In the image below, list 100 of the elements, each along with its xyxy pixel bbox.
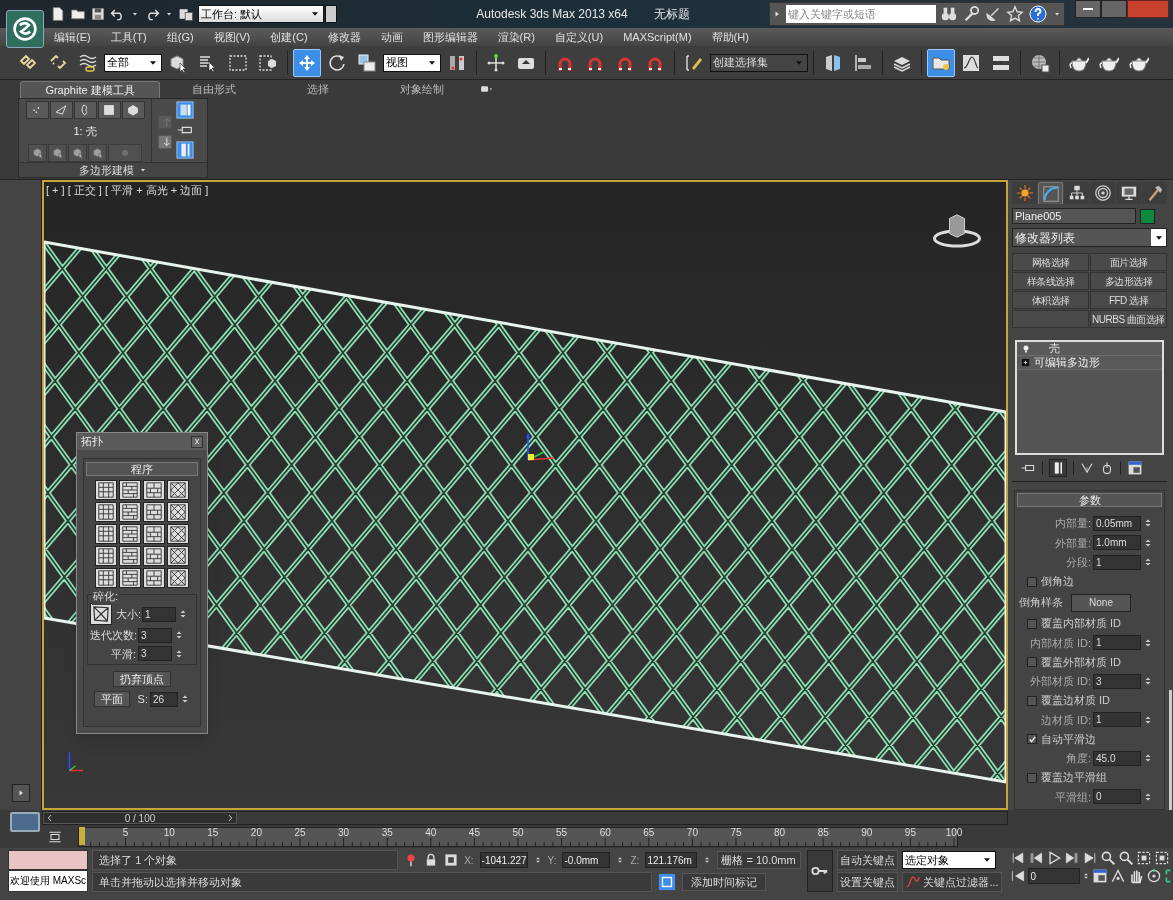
menu-item[interactable]: 自定义(U) [554,28,604,46]
coordinate-field[interactable]: -1041.227 [479,852,528,868]
spline-picker-button[interactable]: None [1071,593,1131,612]
selection-filter-dropdown[interactable]: 全部 [104,53,162,72]
timeline-tick-label: 80 [774,827,786,838]
menu-item[interactable]: 修改器 [327,28,361,46]
ribbon-tab[interactable]: 自由形式 [164,81,264,98]
spinner-field[interactable]: 3 [1093,673,1141,689]
field-label: 大小: [116,606,140,622]
plane-button[interactable]: 平面 [94,691,130,708]
spinner-field[interactable]: 0.05mm [1093,515,1141,531]
timeline-tick-label: 10 [163,827,175,838]
current-frame-field[interactable]: 0 [1027,868,1080,884]
modifier-button[interactable]: NURBS 曲面选择 [1090,310,1167,328]
key-mode-value: 选定对象 [905,852,950,868]
reference-coordinate-value: 视图 [386,55,408,71]
field-label: S: [136,692,148,707]
ribbon-tab[interactable]: Graphite 建模工具 [20,81,160,98]
key-filters-label: 关键点过滤器... [923,874,999,890]
menu-item[interactable]: 创建(C) [270,28,308,46]
menu-item[interactable]: 帮助(H) [711,28,749,46]
spinner-field[interactable]: 1 [1093,554,1141,570]
modifier-button[interactable]: 网格选择 [1012,253,1089,271]
viewport-label[interactable]: [ + ] [ 正交 ] [ 平滑 + 高光 + 边面 ] [46,182,209,199]
checkbox-label: 自动平滑边 [1041,731,1096,747]
coordinate-label: Y: [547,853,557,868]
close-button[interactable]: x [191,435,203,448]
spinner-field[interactable]: 1.0mm [1093,535,1141,551]
number-field[interactable]: 3 [138,627,172,643]
search-field[interactable]: 键入关键字或短语 [786,5,936,23]
set-key-button[interactable]: 设置关键点 [837,872,899,892]
modifier-list-dropdown[interactable]: 修改器列表 [1012,228,1167,247]
time-slider-thumb[interactable]: 0 / 100 [43,812,237,824]
timeline-tick-label: 100 [945,827,963,838]
key-filters-button[interactable]: 关键点过滤器... [902,872,1002,892]
named-selection-dropdown[interactable]: 创建选择集 [710,53,808,72]
menu-item[interactable]: 组(G) [166,28,194,46]
dialog-title: 拓扑 [81,434,103,450]
timeline-tick-label: 60 [599,827,611,838]
menu-item[interactable]: 视图(V) [213,28,251,46]
modifier-stack-level: 1: 壳 [73,124,97,139]
timeline-tick-label: 35 [381,827,393,838]
field-label: 内部量: [1053,516,1091,531]
ribbon-tab[interactable]: 选择 [268,81,368,98]
object-name-field[interactable]: Plane005 [1012,208,1136,224]
workspace-dropdown[interactable]: 工作台: 默认 [198,5,324,23]
menu-item[interactable]: 编辑(E) [54,28,91,46]
field-label: 分段: [1064,555,1091,570]
field-label: 角度: [1064,751,1091,766]
field-label: 平滑组: [1053,789,1091,805]
named-selection-value: 创建选择集 [713,55,768,71]
coordinate-field[interactable]: -0.0mm [562,852,611,868]
auto-key-button[interactable]: 自动关键点 [837,850,899,870]
rollout-header[interactable]: 参数 [1017,493,1162,507]
rollout-header[interactable]: 程序 [86,462,198,476]
number-field[interactable]: 1 [142,606,176,622]
workspace-value: 工作台: 默认 [201,6,263,22]
menu-item[interactable]: MAXScript(M) [623,28,692,46]
timeline-tick-label: 90 [861,827,873,838]
spinner-field[interactable]: 1 [1093,712,1141,728]
number-field[interactable]: 3 [138,646,172,662]
add-time-tag-button[interactable]: 添加时间标记 [682,873,767,891]
timeline-tick-label: 85 [817,827,829,838]
timeline-tick-label: 65 [643,827,655,838]
menu-item[interactable]: 动画 [380,28,403,46]
stack-item[interactable]: 壳 [1017,342,1162,356]
field-label: 迭代次数: [90,628,136,643]
timeline-tick-label: 25 [294,827,306,838]
checkbox-label: 覆盖边平滑组 [1041,770,1107,786]
timeline-tick-label: 30 [338,827,350,838]
ribbon-tab[interactable]: 对象绘制 [372,81,472,98]
modifier-button[interactable]: FFD 选择 [1090,291,1167,309]
coordinate-field[interactable]: 121.176m [645,852,698,868]
menu-item[interactable]: 渲染(R) [497,28,535,46]
modifier-button[interactable]: 体积选择 [1012,291,1089,309]
menu-item[interactable]: 工具(T) [110,28,147,46]
checkbox-label: 覆盖内部材质 ID [1041,616,1122,632]
modifier-list-value: 修改器列表 [1015,229,1075,247]
number-field[interactable]: 26 [150,691,178,707]
field-label: 平滑: [109,646,136,662]
field-label: 外部材质 ID: [1028,674,1091,689]
key-mode-dropdown[interactable]: 选定对象 [902,851,997,869]
stack-item[interactable]: 可编辑多边形 [1017,356,1162,370]
timeline-tick-label: 45 [468,827,480,838]
modifier-button[interactable]: 样条线选择 [1012,272,1089,290]
reference-coordinate-dropdown[interactable]: 视图 [383,53,441,72]
field-label: 倒角样条 [1019,595,1063,611]
timeline-tick-label: 95 [904,827,916,838]
timeline-tick-label: 75 [730,827,742,838]
discard-vertices-button[interactable]: 扔弃顶点 [113,671,171,687]
spinner-field[interactable]: 1 [1093,635,1141,651]
coordinate-label: Z: [630,853,640,868]
modifier-button[interactable]: 多边形选择 [1090,272,1167,290]
stack-item-label: 壳 [1049,341,1060,357]
maxscript-listener-field[interactable]: 欢迎使用 MAXSc [8,870,89,892]
modifier-button[interactable]: 面片选择 [1090,253,1167,271]
menu-item[interactable]: 图形编辑器 [422,28,478,46]
spinner-field[interactable]: 45.0 [1093,750,1141,766]
checkbox-label: 覆盖外部材质 ID [1041,654,1122,670]
spinner-field[interactable]: 0 [1093,789,1141,805]
